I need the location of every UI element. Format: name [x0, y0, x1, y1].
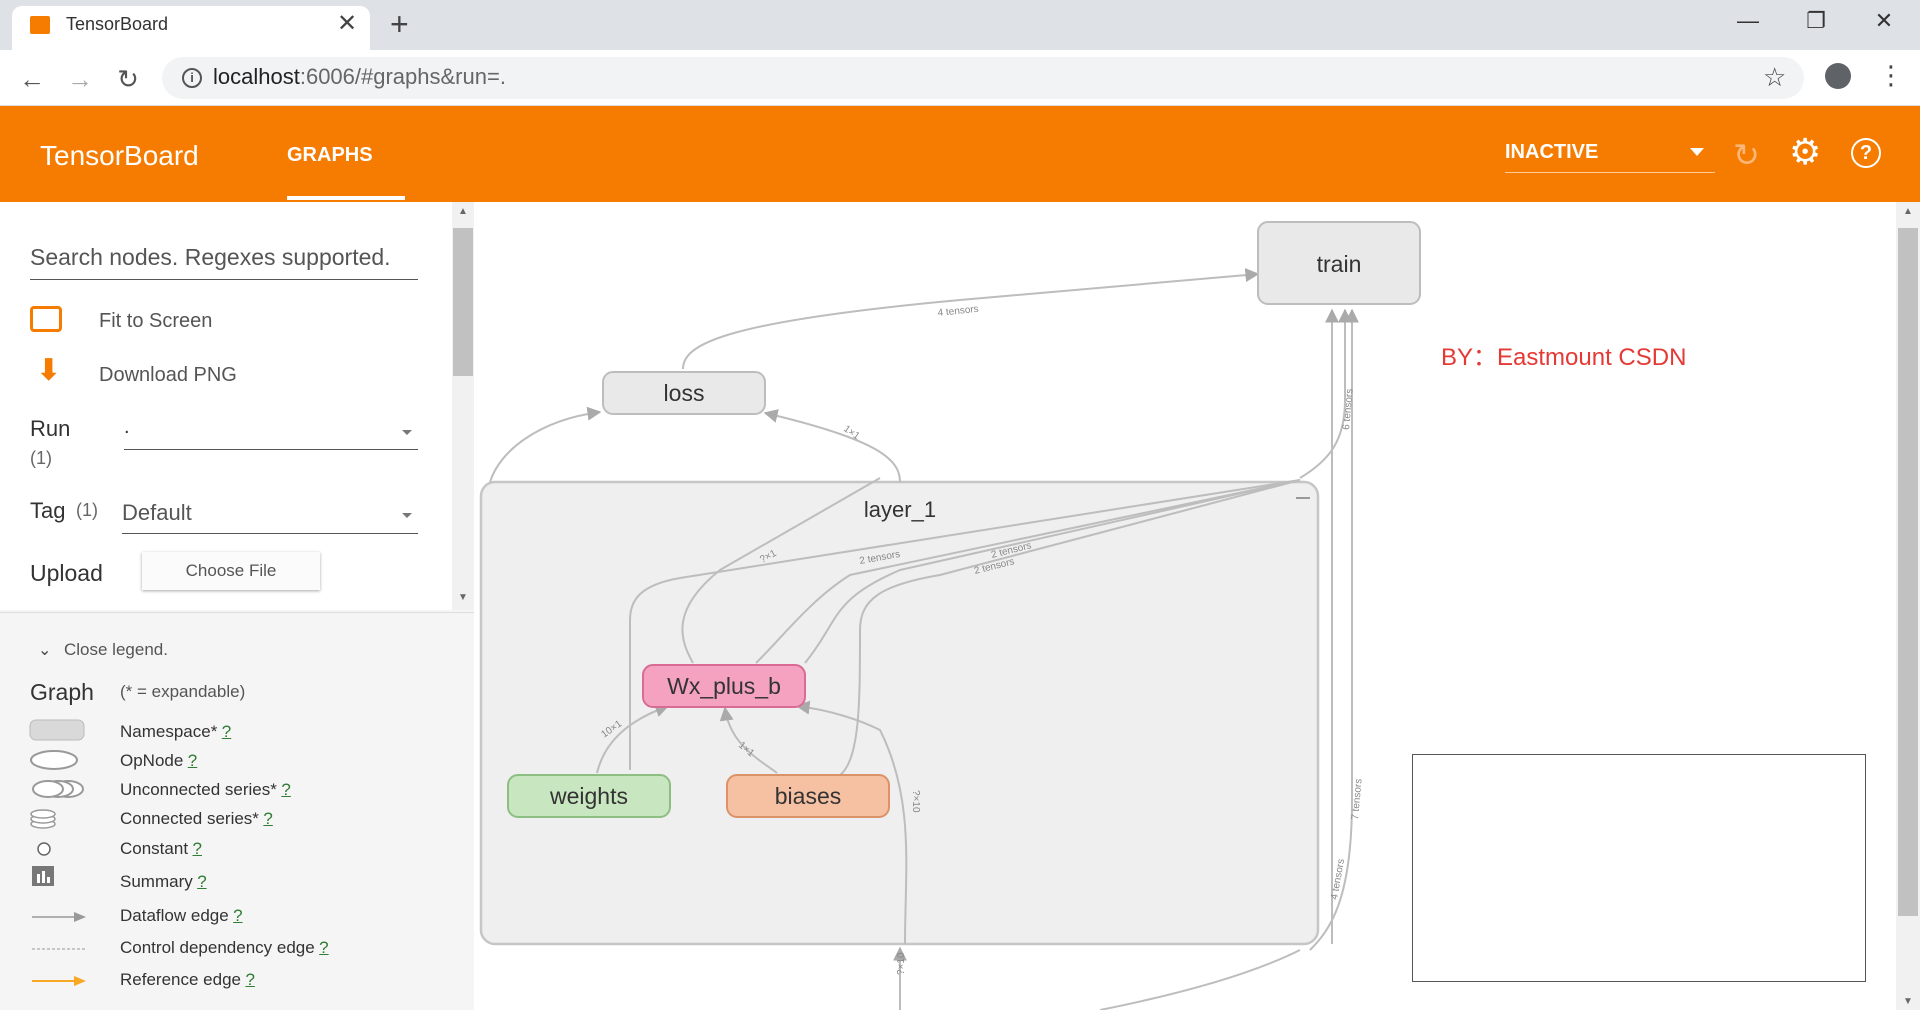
graph-scroll-thumb[interactable] — [1898, 228, 1918, 916]
edge-label-train-up: 6 tensors — [1341, 388, 1356, 430]
edge-label-right-down: 7 tensors — [1350, 778, 1365, 820]
node-train[interactable]: train — [1257, 221, 1421, 305]
edge-loss-train — [682, 268, 1260, 370]
node-weights[interactable]: weights — [507, 774, 671, 818]
edge-label-bottom-in: ?×10 — [910, 790, 921, 813]
node-label: biases — [775, 783, 841, 809]
graph-scroll-up-icon[interactable]: ▲ — [1903, 206, 1913, 217]
edge-label-loss-train: 4 tensors — [937, 304, 979, 319]
node-loss[interactable]: loss — [602, 371, 766, 415]
edge-bottom-right — [1099, 949, 1301, 1010]
layer-1-label: layer_1 — [864, 497, 936, 522]
watermark-text: BY：Eastmount CSDN — [1441, 344, 1687, 371]
node-biases[interactable]: biases — [726, 774, 890, 818]
edge-layer-loss — [763, 409, 901, 483]
node-wx-plus-b[interactable]: Wx_plus_b — [642, 664, 806, 708]
node-label: loss — [664, 380, 705, 406]
edge-label-bottom-in2: ?×10 — [896, 952, 907, 975]
edge-layer-loss-left — [489, 406, 602, 483]
edge-layer-train — [1299, 308, 1352, 479]
node-label: weights — [549, 783, 628, 809]
graph-scroll-down-icon[interactable]: ▼ — [1903, 996, 1913, 1007]
node-label: train — [1317, 251, 1362, 277]
node-label: Wx_plus_b — [667, 673, 781, 699]
minimap[interactable] — [1412, 754, 1866, 982]
edge-label-layer-loss: 1×1 — [841, 423, 862, 442]
